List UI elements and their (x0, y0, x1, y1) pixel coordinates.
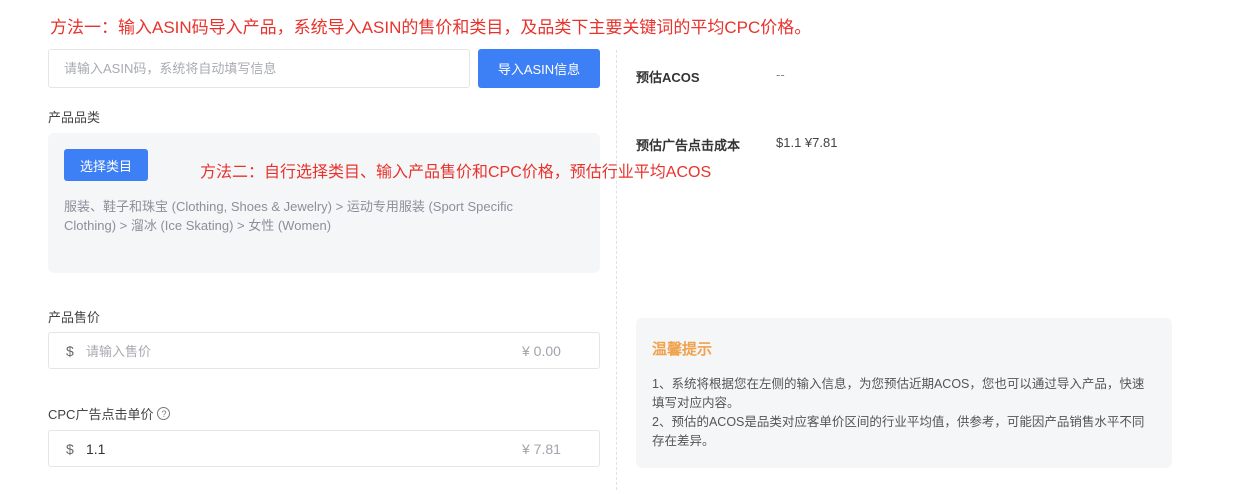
tips-title: 温馨提示 (652, 341, 713, 358)
import-asin-button[interactable]: 导入ASIN信息 (478, 49, 600, 88)
tips-line-1: 1、系统将根据您在左侧的输入信息，为您预估近期ACOS，您也可以通过导入产品，快… (652, 377, 1145, 410)
help-icon[interactable]: ? (157, 407, 171, 420)
cpc-label-text: CPC广告点击单价 (48, 407, 154, 422)
tips-panel: 温馨提示 1、系统将根据您在左侧的输入信息，为您预估近期ACOS，您也可以通过导… (636, 318, 1172, 468)
column-divider (616, 50, 617, 490)
choose-category-button[interactable]: 选择类目 (64, 149, 148, 181)
category-path: 服装、鞋子和珠宝 (Clothing, Shoes & Jewelry) > 运… (64, 199, 513, 233)
estimated-click-cost-label: 预估广告点击成本 (636, 138, 741, 153)
annotation-method-one: 方法一：输入ASIN码导入产品，系统导入ASIN的售价和类目，及品类下主要关键词… (50, 18, 812, 37)
cpc-rmb-value: ¥ 7.81 (522, 440, 561, 457)
price-input[interactable]: $ 请输入售价 ¥ 0.00 (48, 332, 600, 369)
asin-input[interactable] (48, 49, 470, 88)
price-placeholder: 请输入售价 (86, 344, 152, 359)
tips-line-2: 2、预估的ACOS是品类对应客单价区间的行业平均值，供参考，可能因产品销售水平不… (652, 415, 1145, 448)
estimated-acos-value: -- (776, 67, 785, 82)
estimated-click-cost-value: $1.1 ¥7.81 (776, 135, 838, 150)
cpc-input[interactable]: $ 1.1 ¥ 7.81 (48, 430, 600, 467)
price-label: 产品售价 (48, 310, 101, 325)
annotation-method-two: 方法二：自行选择类目、输入产品售价和CPC价格，预估行业平均ACOS (200, 164, 712, 181)
category-label: 产品品类 (48, 110, 101, 125)
price-rmb-value: ¥ 0.00 (522, 342, 561, 359)
estimated-acos-label: 预估ACOS (636, 70, 700, 85)
dollar-sign: $ (66, 440, 74, 457)
cpc-label: CPC广告点击单价 ? (48, 404, 171, 423)
dollar-sign: $ (66, 342, 74, 359)
cpc-value: 1.1 (86, 440, 106, 457)
category-panel: 选择类目 服装、鞋子和珠宝 (Clothing, Shoes & Jewelry… (48, 133, 600, 273)
